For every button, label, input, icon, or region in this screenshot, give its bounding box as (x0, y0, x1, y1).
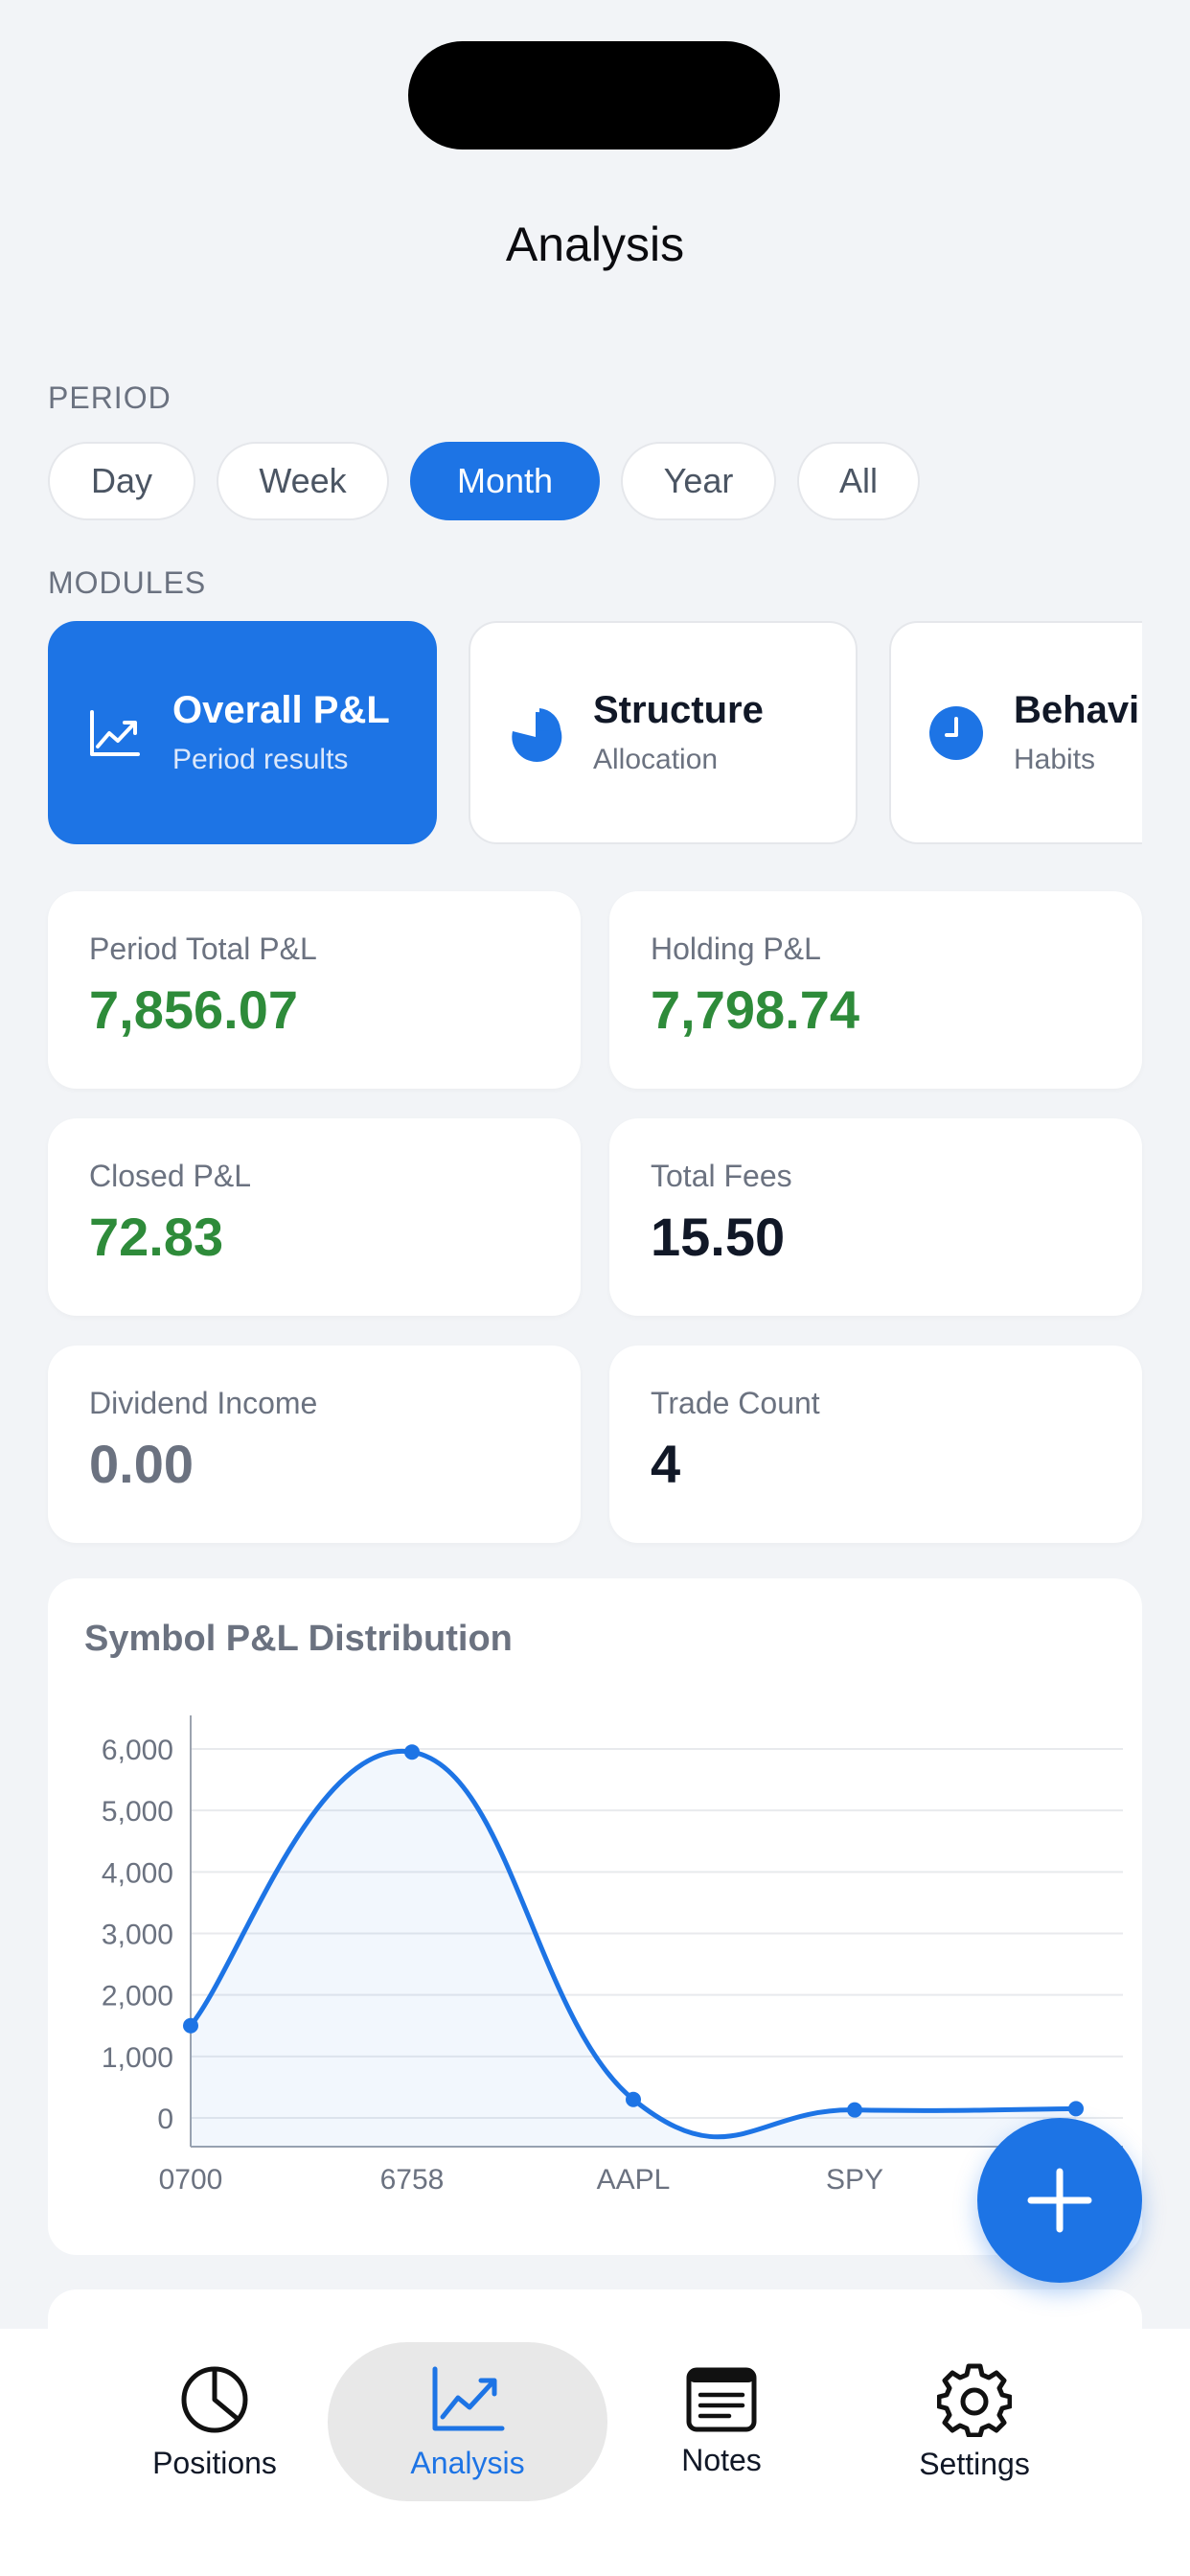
data-point (847, 2102, 862, 2118)
stat-label: Holding P&L (651, 932, 821, 966)
page-title: Analysis (505, 218, 685, 271)
stat-value: 0.00 (89, 1434, 194, 1494)
stat-label: Closed P&L (89, 1159, 251, 1193)
module-subtitle: Allocation (593, 744, 719, 775)
module-structure[interactable]: Structure Allocation (469, 621, 858, 844)
stat-label: Period Total P&L (89, 932, 317, 966)
modules-carousel[interactable]: Overall P&L Period results Structure All… (48, 621, 1142, 844)
stat-closed-pl: Closed P&L 72.83 (48, 1118, 581, 1316)
x-tick-label: 6758 (380, 2164, 445, 2196)
period-chip-day[interactable]: Day (48, 442, 195, 520)
stat-label: Trade Count (651, 1386, 820, 1420)
add-button[interactable] (977, 2118, 1142, 2283)
stat-label: Total Fees (651, 1159, 792, 1193)
tab-positions[interactable]: Positions (132, 2342, 297, 2501)
tab-bar: Positions Analysis Notes Settings (0, 2329, 1190, 2576)
stat-period-total-pl: Period Total P&L 7,856.07 (48, 891, 581, 1089)
stat-value: 72.83 (89, 1207, 224, 1267)
y-tick-label: 1,000 (102, 2042, 173, 2074)
modules-label: MODULES (48, 565, 207, 600)
y-tick-label: 2,000 (102, 1981, 173, 2012)
module-subtitle: Period results (172, 744, 349, 775)
symbol-pl-chart-card: Symbol P&L Distribution 0 1,000 2,000 3,000… (48, 1578, 1142, 2255)
module-behavior[interactable]: Behavi Habits (889, 621, 1142, 844)
stat-dividend-income: Dividend Income 0.00 (48, 1346, 581, 1543)
stat-value: 15.50 (651, 1207, 786, 1267)
clock-icon (929, 705, 983, 760)
tab-label: Notes (681, 2442, 762, 2477)
data-point (1068, 2101, 1084, 2117)
tab-analysis[interactable]: Analysis (328, 2342, 607, 2501)
period-chip-week[interactable]: Week (217, 442, 389, 520)
tab-label: Settings (919, 2446, 1030, 2481)
stat-value: 4 (651, 1434, 681, 1494)
module-title: Overall P&L (172, 689, 390, 731)
data-point (626, 2091, 641, 2107)
symbol-pl-chart: 0 1,000 2,000 3,000 4,000 5,000 6,000 0700 6758 A… (102, 1715, 1123, 2196)
stat-label: Dividend Income (89, 1386, 318, 1420)
data-point (404, 1744, 420, 1760)
stat-holding-pl: Holding P&L 7,798.74 (609, 891, 1142, 1089)
tab-settings[interactable]: Settings (904, 2342, 1044, 2501)
period-chip-year[interactable]: Year (621, 442, 776, 520)
pie-chart-outline-icon (181, 2366, 248, 2432)
notes-icon (686, 2367, 757, 2431)
stat-trade-count: Trade Count 4 (609, 1346, 1142, 1543)
period-chip-all[interactable]: All (797, 442, 920, 520)
plus-icon (1027, 2168, 1092, 2233)
dynamic-island (408, 41, 780, 150)
module-title: Structure (593, 689, 764, 731)
tab-label: Analysis (410, 2445, 525, 2480)
y-tick-label: 5,000 (102, 1796, 173, 1828)
y-tick-label: 0 (157, 2104, 173, 2135)
data-point (183, 2017, 198, 2034)
trend-up-icon (90, 709, 140, 756)
tab-label: Positions (152, 2445, 277, 2480)
y-tick-label: 6,000 (102, 1735, 173, 1766)
period-chip-month[interactable]: Month (410, 442, 600, 520)
module-title: Behavi (1014, 689, 1140, 731)
y-tick-label: 3,000 (102, 1920, 173, 1951)
trend-chart-icon (432, 2366, 505, 2430)
tab-notes[interactable]: Notes (652, 2342, 791, 2501)
y-tick-label: 4,000 (102, 1857, 173, 1889)
module-overall-pl[interactable]: Overall P&L Period results (48, 621, 437, 844)
stat-value: 7,798.74 (651, 979, 859, 1040)
period-selector: Day Week Month Year All (48, 442, 920, 520)
x-tick-label: SPY (826, 2164, 883, 2196)
x-tick-label: 0700 (159, 2164, 223, 2196)
stat-total-fees: Total Fees 15.50 (609, 1118, 1142, 1316)
module-subtitle: Habits (1014, 744, 1096, 775)
x-tick-label: AAPL (597, 2164, 671, 2196)
stat-value: 7,856.07 (89, 979, 298, 1040)
period-label: PERIOD (48, 380, 172, 415)
gear-icon (937, 2363, 1012, 2437)
pie-chart-icon (512, 707, 562, 762)
